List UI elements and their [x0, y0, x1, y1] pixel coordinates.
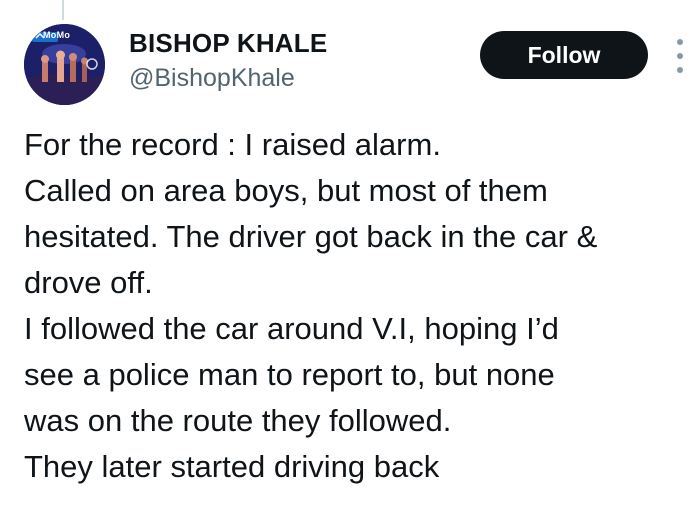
tweet-line: see a police man to report to, but none: [24, 357, 555, 392]
tweet-line: was on the route they followed.: [24, 403, 452, 438]
thread-connector-line: [62, 0, 64, 20]
vertical-ellipsis-icon[interactable]: [670, 34, 690, 78]
tweet-line: I followed the car around V.I, hoping I’…: [24, 311, 559, 346]
author-handle[interactable]: @BishopKhale: [129, 63, 295, 93]
follow-button[interactable]: Follow: [480, 31, 648, 79]
author-display-name[interactable]: BISHOP KHALE: [129, 28, 327, 58]
avatar[interactable]: MoMo: [24, 24, 105, 105]
tweet-line: Called on area boys, but most of them: [24, 173, 548, 208]
tweet-line: For the record : I raised alarm.: [24, 127, 441, 162]
avatar-badge-text: MoMo: [43, 30, 71, 40]
tweet-text: For the record : I raised alarm. Called …: [24, 122, 694, 490]
tweet-line: hesitated. The driver got back in the ca…: [24, 219, 598, 254]
tweet-line: drove off.: [24, 265, 153, 300]
tweet-line: They later started driving back: [24, 449, 440, 484]
